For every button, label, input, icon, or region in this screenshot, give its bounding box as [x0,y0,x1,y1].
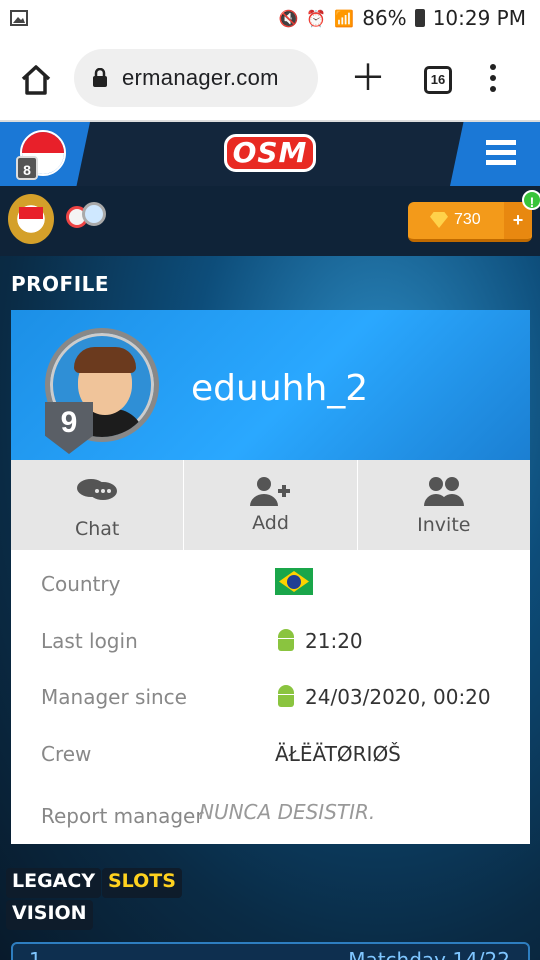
android-icon [275,629,297,653]
sub-header: 730 + [0,186,540,256]
address-bar[interactable]: ermanager.com [74,49,318,107]
add-friend-button[interactable]: Add [184,460,358,550]
invite-label: Invite [417,514,471,536]
url-text: ermanager.com [122,65,279,90]
more-options-button[interactable] [490,64,498,97]
coins-button[interactable]: 730 + [408,202,532,242]
crew-label: Crew [41,742,92,766]
matchday-label: Matchday 14/22 [348,948,510,960]
last-login-label: Last login [41,629,138,653]
brazil-flag-icon [275,568,313,595]
game-header: 8 OSM [0,122,540,186]
add-user-icon [250,477,291,506]
profile-actions: Chat Add Invite [11,460,530,550]
chat-icon [77,479,118,500]
last-login-value: 21:20 [305,629,363,653]
gem-icon [430,212,448,228]
slots-tag: SLOTS [102,868,182,898]
android-icon [275,685,297,709]
crew-link[interactable]: ÄŁËÄTØRIØŠ [275,742,401,766]
invite-button[interactable]: Invite [358,460,530,550]
club-button[interactable]: 8 [0,122,90,186]
tab-switcher-button[interactable]: 16 [424,66,452,94]
home-button[interactable] [18,62,54,98]
country-label: Country [41,572,121,596]
add-label: Add [252,512,289,534]
username: eduuhh_2 [191,368,369,409]
osm-logo[interactable]: OSM [224,134,316,172]
page-title: PROFILE [11,272,110,296]
legacy-tag: LEGACY [6,868,102,898]
wifi-icon: 📶 [334,8,355,28]
mute-icon: 🔇 [278,8,299,28]
club-level-badge: 8 [16,156,38,180]
menu-button[interactable] [450,122,540,186]
battery-level: 86% [362,6,407,30]
status-bar: 🔇 ⏰ 📶 86% 10:29 PM [0,0,540,36]
home-icon [21,65,51,95]
list-menu-icon [486,140,516,170]
trophy-icon[interactable] [66,200,106,230]
clock-time: 10:29 PM [432,6,526,30]
league-crest-icon[interactable] [8,194,54,244]
profile-info: Country Last login 21:20 Manager since 2… [11,550,530,844]
alarm-icon: ⏰ [306,8,327,28]
coins-amount: 730 [454,211,481,228]
report-manager-link[interactable]: Report manager [41,804,204,828]
lock-icon [92,67,108,88]
battery-icon [414,9,425,27]
match-number: 1 [29,948,42,960]
matchday-row[interactable]: 1 Matchday 14/22 [11,942,530,960]
manager-motto: NUNCA DESISTIR. [199,800,376,824]
manager-since-value: 24/03/2020, 00:20 [305,685,491,709]
browser-toolbar: ermanager.com ＋ 16 [0,36,540,122]
chat-label: Chat [74,518,120,540]
vision-tag: VISION [6,900,93,930]
gallery-icon [10,10,28,31]
invite-icon [423,477,464,506]
manager-level-badge: 9 [45,402,93,454]
manager-since-label: Manager since [41,685,187,709]
alert-badge[interactable]: ! [522,190,540,210]
chat-button[interactable]: Chat [11,460,185,550]
profile-banner: 9 eduuhh_2 [11,310,530,460]
new-tab-button[interactable]: ＋ [350,60,386,96]
